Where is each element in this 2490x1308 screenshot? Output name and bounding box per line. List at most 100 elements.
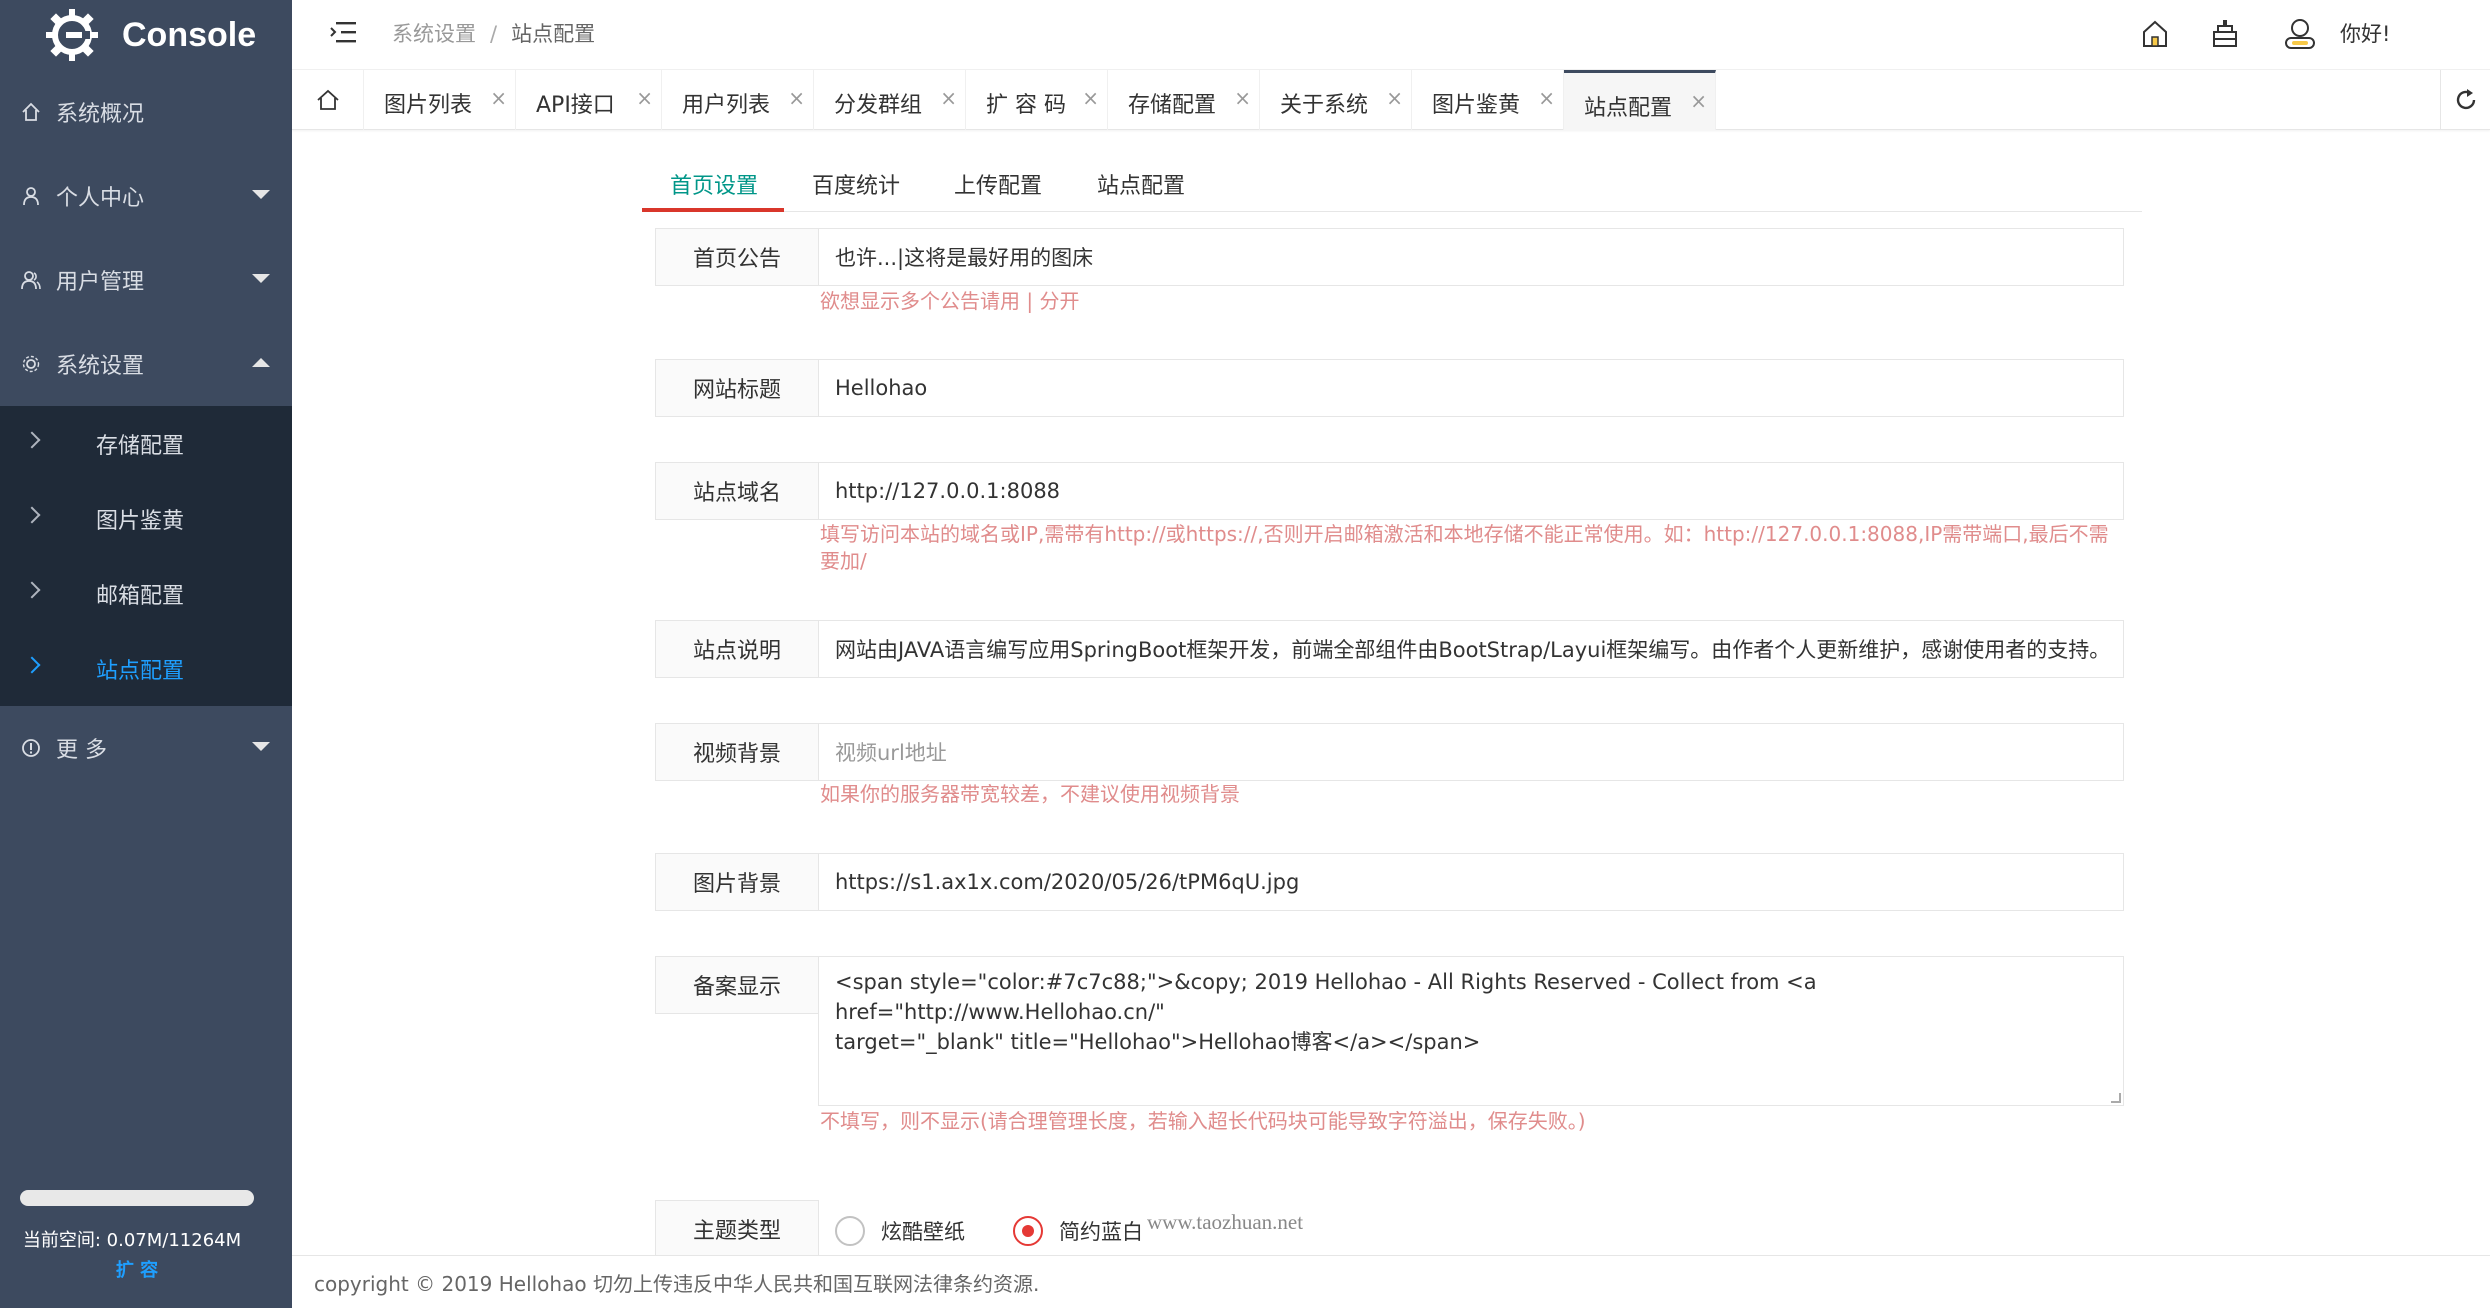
radio-unchecked-icon [835,1216,865,1246]
domain-hint-line: 填写访问本站的域名或IP,需带有http://或https://,否则开启邮箱激… [820,522,2109,546]
chevron-right-icon [23,431,41,449]
video-bg-hint: 如果你的服务器带宽较差，不建议使用视频背景 [820,782,1240,806]
video-bg-input[interactable]: 视频url地址 [818,723,2124,781]
tab-groups[interactable]: 分发群组 × [814,70,966,130]
info-icon [20,737,42,759]
tab-label: 关于系统 [1280,93,1369,118]
tab-storage[interactable]: 存储配置 × [1108,70,1260,130]
icp-textarea[interactable]: <span style="color:#7c7c88;">&copy; 2019… [818,956,2124,1106]
breadcrumb-current: 站点配置 [511,22,596,46]
footer: copyright © 2019 Hellohao 切勿上传违反中华人民共和国互… [292,1255,2490,1308]
submenu-item-site-config[interactable]: 站点配置 [0,631,292,706]
menu-toggle-icon[interactable] [330,20,356,44]
icp-textarea-line: <span style="color:#7c7c88;">&copy; 2019… [835,970,1817,1024]
theme-option-label: 炫酷壁纸 [881,1220,965,1244]
close-icon[interactable]: × [1386,86,1403,110]
sidebar-item-settings[interactable]: 系统设置 [0,322,292,406]
image-bg-input[interactable]: https://s1.ax1x.com/2020/05/26/tPM6qU.jp… [818,853,2124,911]
sidebar-item-overview[interactable]: 系统概况 [0,70,292,154]
breadcrumb: 系统设置 / 站点配置 [392,18,595,48]
caret-down-icon [252,190,270,199]
caret-up-icon [252,358,270,367]
tab-homepage-settings[interactable]: 首页设置 [670,168,758,200]
user-icon [20,185,42,207]
description-input[interactable]: 网站由JAVA语言编写应用SpringBoot框架开发，前端全部组件由BootS… [818,620,2124,678]
tab-label: API接口 [536,93,615,118]
close-icon[interactable]: × [636,86,653,110]
breadcrumb-parent[interactable]: 系统设置 [392,22,476,46]
user-greeting[interactable]: 你好! [2340,18,2390,48]
sidebar-item-more[interactable]: 更 多 [0,706,292,790]
theme-option-label: 简约蓝白 [1059,1220,1143,1244]
sidebar-item-label: 个人中心 [56,186,145,211]
page-tabs: 图片列表 × API接口 × 用户列表 × 分发群组 × 扩 容 码 × 存储配置 × 关于… [292,70,2490,130]
tab-about[interactable]: 关于系统 × [1260,70,1412,130]
caret-down-icon [252,742,270,751]
logo[interactable]: Console [0,0,292,70]
theme-option-simple[interactable]: 简约蓝白 [1013,1216,1143,1246]
site-title-label: 网站标题 [655,359,819,417]
sidebar-item-users[interactable]: 用户管理 [0,238,292,322]
theme-label: 主题类型 [655,1200,819,1258]
close-icon[interactable]: × [940,86,957,110]
submenu-item-label: 邮箱配置 [96,583,185,609]
tab-site-config[interactable]: 站点配置 [1097,168,1185,200]
gear-icon [20,353,42,375]
tab-baidu-stats[interactable]: 百度统计 [812,168,900,200]
tab-label: 图片列表 [384,93,473,118]
active-tab-underline [642,208,784,212]
theme-option-cool[interactable]: 炫酷壁纸 [835,1216,965,1246]
storage-space: 当前空间: 0.07M/11264M 扩 容 [20,1190,254,1282]
sidebar-item-label: 用户管理 [56,270,145,295]
user-avatar-icon[interactable] [2282,18,2318,50]
domain-input[interactable]: http://127.0.0.1:8088 [818,462,2124,520]
clear-cache-icon[interactable] [2210,18,2240,50]
tab-site-config[interactable]: 站点配置 × [1564,70,1716,130]
close-icon[interactable]: × [1690,89,1707,113]
submenu-item-label: 站点配置 [96,658,185,684]
top-header: 系统设置 / 站点配置 你好! [292,0,2490,70]
icp-label: 备案显示 [655,956,819,1014]
tab-expand-code[interactable]: 扩 容 码 × [966,70,1108,130]
storage-progress-bar [20,1190,254,1206]
submenu-item-storage[interactable]: 存储配置 [0,406,292,481]
submenu-item-image-review[interactable]: 图片鉴黄 [0,481,292,556]
image-bg-label: 图片背景 [655,853,819,911]
tab-api[interactable]: API接口 × [516,70,662,130]
tab-label: 存储配置 [1128,93,1217,118]
breadcrumb-separator: / [490,22,498,46]
tab-upload-config[interactable]: 上传配置 [954,168,1042,200]
tab-label: 站点配置 [1584,96,1673,121]
refresh-icon [2456,89,2476,110]
close-icon[interactable]: × [1538,86,1555,110]
sidebar: Console 系统概况 个人中心 用户管理 系统设置 存储配置 图片鉴黄 邮箱… [0,0,292,1308]
submenu-item-label: 图片鉴黄 [96,508,185,534]
chevron-right-icon [23,581,41,599]
tab-image-list[interactable]: 图片列表 × [364,70,516,130]
submenu-item-email[interactable]: 邮箱配置 [0,556,292,631]
sidebar-item-profile[interactable]: 个人中心 [0,154,292,238]
tab-image-review[interactable]: 图片鉴黄 × [1412,70,1564,130]
icp-textarea-line: target="_blank" title="Hellohao">Helloha… [835,1030,1481,1054]
domain-hint-line: 要加/ [820,549,867,573]
resize-handle-icon[interactable] [2111,1093,2121,1103]
caret-down-icon [252,274,270,283]
tab-home[interactable] [292,70,364,130]
sidebar-item-label: 系统设置 [56,354,145,379]
home-icon [20,101,42,123]
chevron-right-icon [23,656,41,674]
close-icon[interactable]: × [1082,86,1099,110]
close-icon[interactable]: × [1234,86,1251,110]
logo-text: Console [122,15,257,54]
tab-user-list[interactable]: 用户列表 × [662,70,814,130]
icp-hint: 不填写，则不显示(请合理管理长度，若输入超长代码块可能导致字符溢出，保存失败。) [820,1109,1586,1133]
expand-storage-link[interactable]: 扩 容 [20,1256,254,1282]
refresh-button[interactable] [2440,70,2490,130]
notice-input[interactable]: 也许...|这将是最好用的图床 [818,228,2124,286]
site-title-input[interactable]: Hellohao [818,359,2124,417]
close-icon[interactable]: × [788,86,805,110]
close-icon[interactable]: × [490,86,507,110]
chevron-right-icon [23,506,41,524]
home-button-icon[interactable] [2140,18,2170,50]
tab-label: 图片鉴黄 [1432,93,1521,118]
